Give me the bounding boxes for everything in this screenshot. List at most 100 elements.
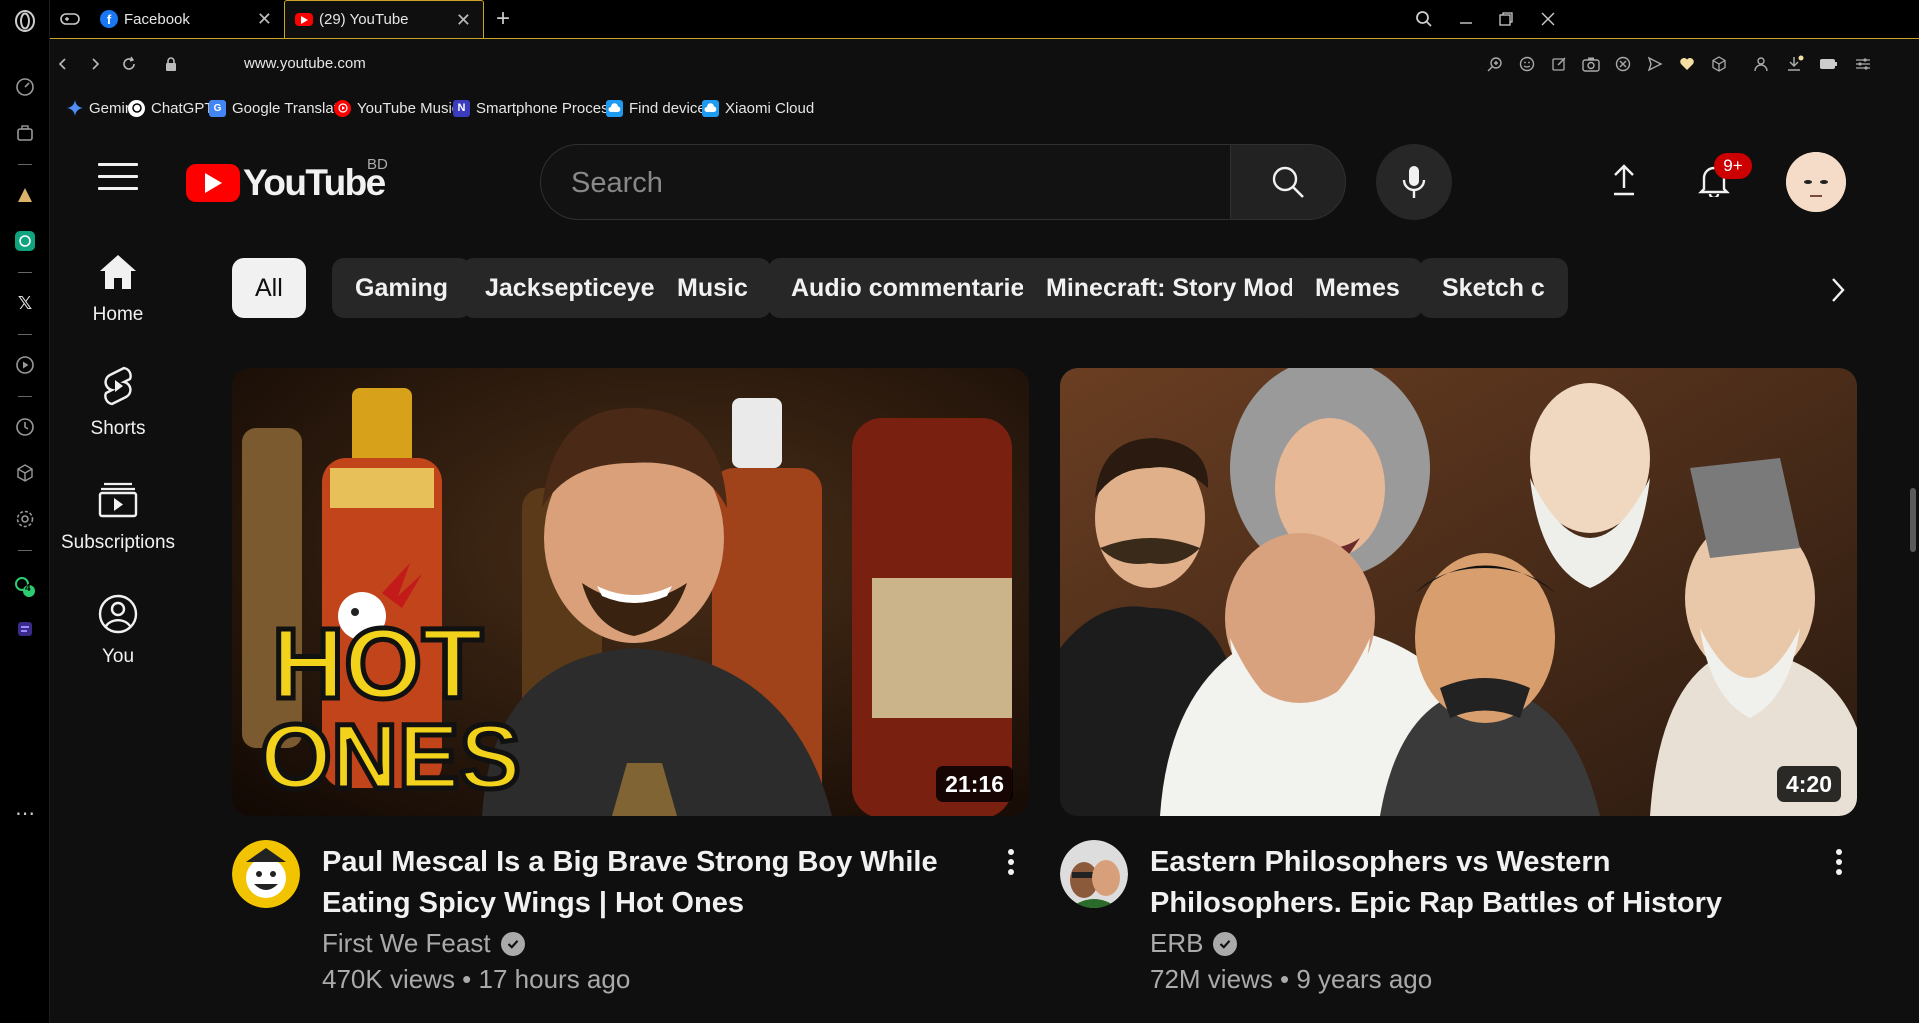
upload-icon (1614, 164, 1634, 196)
gaming-tab-icon[interactable] (50, 0, 90, 38)
guide-item-home[interactable]: Home (50, 236, 186, 356)
chatgpt-sidebar-icon[interactable] (12, 228, 38, 254)
bookmark-youtube-music[interactable]: YouTube Music (334, 96, 459, 120)
chip-audio-commentaries[interactable]: Audio commentaries (768, 258, 1062, 318)
bookmark-xiaomi-cloud[interactable]: Xiaomi Cloud (702, 96, 814, 120)
camera-icon[interactable] (1580, 53, 1602, 75)
more-actions-icon[interactable] (1824, 842, 1854, 882)
video-title[interactable]: Paul Mescal Is a Big Brave Strong Boy Wh… (322, 842, 972, 924)
search-tabs-icon[interactable] (1410, 6, 1438, 32)
aria-icon[interactable] (12, 182, 38, 208)
chip-memes[interactable]: Memes (1292, 258, 1423, 318)
search-button[interactable] (1230, 144, 1346, 220)
chip-all[interactable]: All (232, 258, 306, 318)
chip-minecraft-story-mode[interactable]: Minecraft: Story Mode (1023, 258, 1332, 318)
tab-facebook[interactable]: f Facebook ✕ (90, 0, 284, 38)
workspace-icon[interactable] (12, 120, 38, 146)
box-icon[interactable] (1708, 53, 1730, 75)
search-box (540, 144, 1230, 220)
close-icon[interactable]: ✕ (257, 9, 272, 30)
minimize-icon[interactable] (1452, 6, 1480, 32)
settings-icon[interactable] (12, 506, 38, 532)
profile-icon[interactable] (1750, 53, 1772, 75)
edit-icon[interactable] (1548, 53, 1570, 75)
chip-sketch[interactable]: Sketch c (1419, 258, 1568, 318)
youtube-page: YouTube BD 9+ (50, 126, 1910, 1023)
channel-avatar[interactable] (232, 840, 300, 908)
verified-icon (1213, 931, 1238, 956)
app-icon[interactable] (12, 616, 38, 642)
channel-name[interactable]: First We Feast (322, 928, 491, 959)
x-twitter-icon[interactable]: 𝕏 (12, 290, 38, 316)
youtube-logo[interactable]: YouTube (186, 162, 386, 204)
bookmark-find-device[interactable]: Find device (606, 96, 706, 120)
messenger-badge-icon[interactable]: 4 (12, 574, 38, 600)
sidebar-badge-count: 4 (25, 583, 31, 594)
scrollbar-thumb[interactable] (1910, 488, 1916, 552)
back-icon[interactable] (50, 51, 76, 77)
video-thumbnail[interactable]: 4:20 (1060, 368, 1857, 816)
scrollbar[interactable] (1908, 126, 1919, 1023)
guide-item-shorts[interactable]: Shorts (50, 350, 186, 470)
channel-name[interactable]: ERB (1150, 928, 1203, 959)
bookmark-smartphone-processors[interactable]: N Smartphone Proces... (453, 96, 621, 120)
close-window-icon[interactable] (1534, 6, 1562, 32)
player-icon[interactable] (12, 352, 38, 378)
chips-next-button[interactable] (1820, 272, 1856, 308)
emoji-icon[interactable] (1516, 53, 1538, 75)
voice-search-button[interactable] (1376, 144, 1452, 220)
hamburger-menu-icon[interactable] (98, 163, 138, 193)
url-field[interactable]: www.youtube.com (244, 55, 366, 72)
bookmark-label: Smartphone Proces... (476, 99, 622, 117)
chatgpt-icon (128, 99, 145, 117)
avatar[interactable] (1786, 152, 1846, 212)
video-thumbnail[interactable]: HOT ONES 21:16 (232, 368, 1029, 816)
search-input[interactable] (571, 163, 1191, 203)
heart-icon[interactable] (1676, 53, 1698, 75)
restore-icon[interactable] (1492, 6, 1520, 32)
bookmark-label: YouTube Music (357, 99, 460, 117)
guide-item-you[interactable]: You (50, 578, 186, 698)
address-bar: www.youtube.com (50, 38, 1919, 90)
speed-dial-icon[interactable] (12, 74, 38, 100)
video-card[interactable]: HOT ONES 21:16 Paul Mescal Is a Big Brav… (232, 368, 1029, 1023)
download-icon[interactable] (1784, 53, 1806, 75)
send-icon[interactable] (1644, 53, 1666, 75)
chevron-right-icon (1832, 278, 1845, 302)
channel-avatar[interactable] (1060, 840, 1128, 908)
new-tab-button[interactable]: + (486, 0, 516, 38)
bookmark-chatgpt[interactable]: ChatGPT (128, 96, 214, 120)
tab-title: Facebook (124, 10, 190, 28)
close-icon[interactable]: ✕ (456, 10, 471, 31)
battery-saver-icon[interactable] (1818, 53, 1840, 75)
bookmark-google-translate[interactable]: G Google Translate (209, 96, 346, 120)
forward-icon[interactable] (82, 51, 108, 77)
channel-name-row: ERB (1150, 928, 1238, 959)
easy-setup-icon[interactable] (1852, 53, 1874, 75)
history-icon[interactable] (12, 414, 38, 440)
lock-icon[interactable] (158, 51, 184, 77)
bookmark-gemini[interactable]: Gemini (66, 96, 137, 120)
gemini-icon (66, 100, 83, 117)
reload-icon[interactable] (116, 51, 142, 77)
video-duration: 21:16 (936, 766, 1013, 802)
zoom-icon[interactable] (1484, 53, 1506, 75)
chip-jacksepticeye[interactable]: Jacksepticeye (462, 258, 678, 318)
tab-youtube[interactable]: (29) YouTube ✕ (284, 0, 484, 38)
chips-fade (1636, 252, 1716, 324)
more-actions-icon[interactable] (996, 842, 1026, 882)
create-button[interactable] (1596, 152, 1652, 208)
video-card[interactable]: 4:20 Eastern Philosophers vs Western Phi… (1060, 368, 1857, 1023)
opera-menu-icon[interactable] (12, 8, 38, 34)
cloud-icon (702, 99, 719, 117)
guide-label: Shorts (90, 418, 146, 439)
guide-item-subscriptions[interactable]: Subscriptions (50, 464, 186, 584)
extensions-cube-icon[interactable] (12, 460, 38, 486)
chip-music[interactable]: Music (654, 258, 771, 318)
video-title[interactable]: Eastern Philosophers vs Western Philosop… (1150, 842, 1800, 924)
guide-label: Subscriptions (60, 532, 176, 553)
cloud-icon (606, 99, 623, 117)
more-sidebar-icon[interactable]: ⋯ (12, 800, 38, 826)
adblock-icon[interactable] (1612, 53, 1634, 75)
chip-gaming[interactable]: Gaming (332, 258, 472, 318)
